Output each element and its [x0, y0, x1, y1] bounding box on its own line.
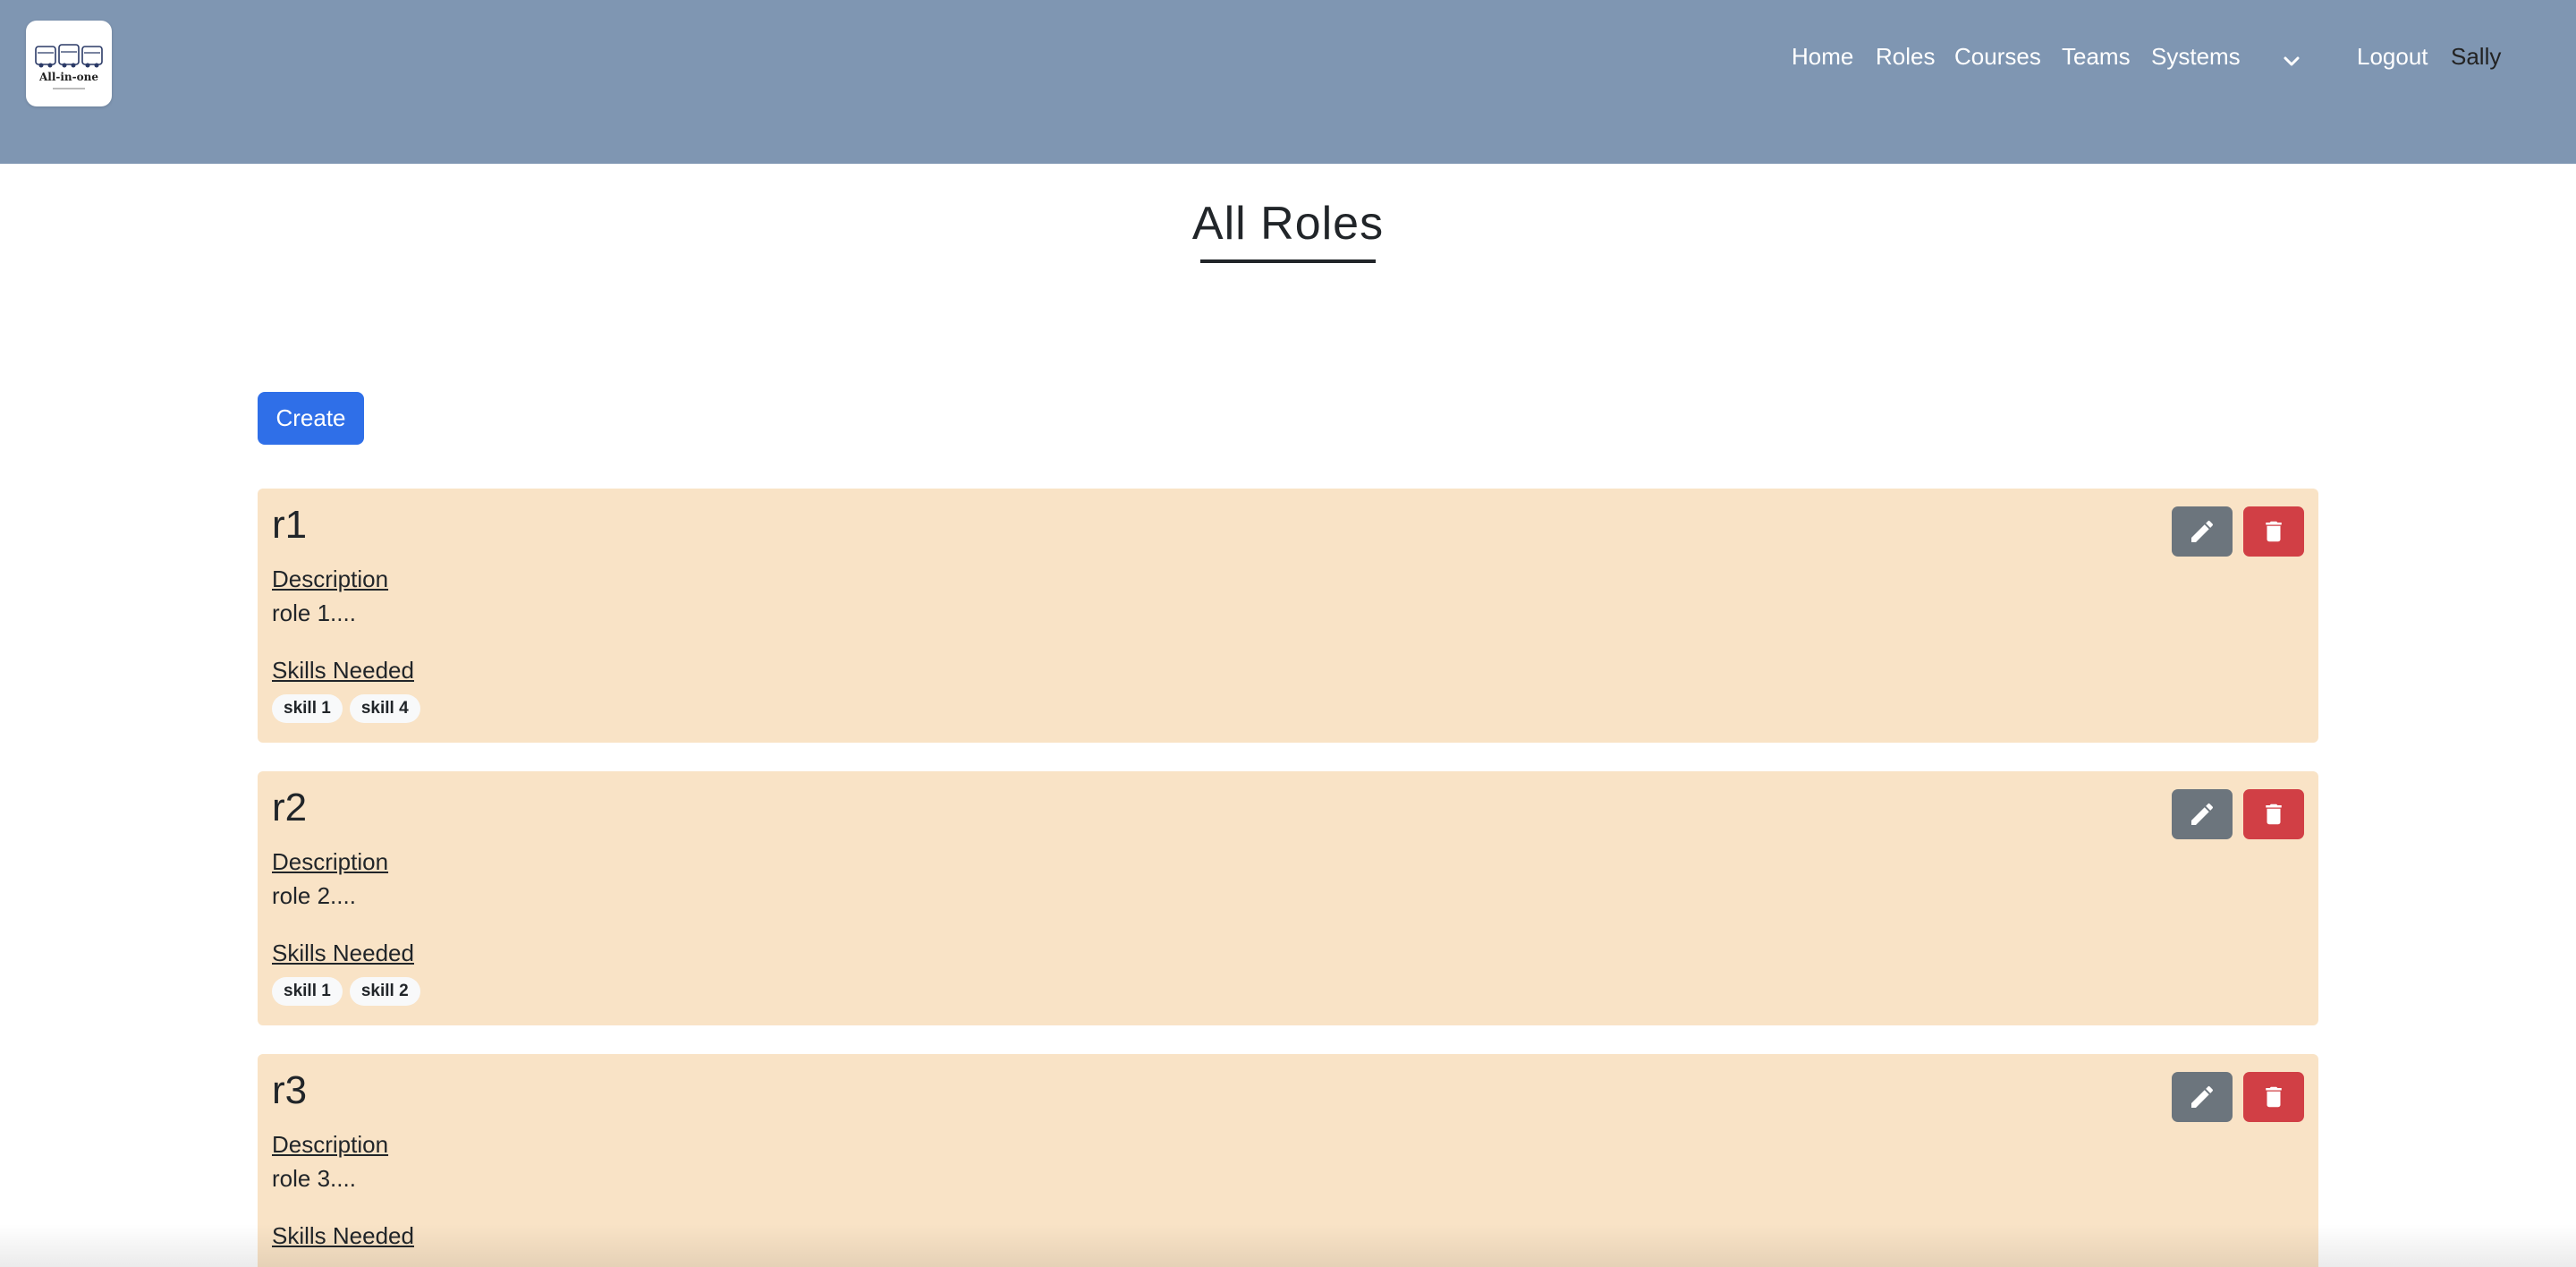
trash-icon	[2266, 804, 2282, 825]
role-card: r2 Description role 2.... Skills Needed …	[258, 771, 2318, 1025]
nav-link-roles[interactable]: Roles	[1876, 43, 1935, 71]
description-label: Description	[272, 848, 389, 875]
role-card: r3 Description role 3.... Skills Needed	[258, 1054, 2318, 1267]
skills-list: skill 1 skill 4	[272, 694, 420, 723]
delete-button[interactable]	[2243, 506, 2304, 557]
page-title: All Roles	[1191, 198, 1385, 250]
role-name: r1	[272, 503, 308, 547]
delete-button[interactable]	[2243, 789, 2304, 839]
role-card: r1 Description role 1.... Skills Needed …	[258, 489, 2318, 743]
role-description: role 1....	[272, 599, 356, 626]
skill-badge: skill 1	[272, 977, 343, 1006]
navbar: All-in-one Home Roles Courses Teams Syst…	[0, 0, 2576, 164]
trash-icon	[2266, 1086, 2282, 1108]
skills-needed-label: Skills Needed	[272, 1222, 414, 1249]
description-label: Description	[272, 1131, 389, 1158]
logout-link[interactable]: Logout	[2357, 43, 2428, 71]
role-description: role 3....	[272, 1165, 356, 1192]
role-name: r3	[272, 1068, 308, 1112]
nav-link-teams[interactable]: Teams	[2062, 43, 2131, 71]
trash-icon	[2266, 521, 2282, 542]
delete-button[interactable]	[2243, 1072, 2304, 1122]
user-name: Sally	[2451, 43, 2502, 70]
edit-button[interactable]	[2172, 506, 2233, 557]
pencil-icon	[2191, 1085, 2214, 1108]
skills-needed-label: Skills Needed	[272, 940, 414, 966]
chevron-down-icon[interactable]	[2279, 50, 2304, 72]
edit-button[interactable]	[2172, 789, 2233, 839]
brand-logo-text: All-in-one	[38, 71, 99, 83]
skill-badge: skill 4	[349, 694, 420, 723]
create-button[interactable]: Create	[258, 392, 364, 445]
brand-logo-tagline	[53, 88, 85, 89]
pencil-icon	[2191, 803, 2214, 825]
description-label: Description	[272, 565, 389, 592]
nav-link-courses[interactable]: Courses	[1954, 43, 2041, 71]
skills-list: skill 1 skill 2	[272, 977, 420, 1006]
edit-button[interactable]	[2172, 1072, 2233, 1122]
pencil-icon	[2191, 520, 2214, 542]
brand-logo[interactable]: All-in-one	[26, 21, 112, 106]
nav-link-home[interactable]: Home	[1792, 43, 1853, 71]
skill-badge: skill 1	[272, 694, 343, 723]
title-underline	[1200, 259, 1376, 263]
role-description: role 2....	[272, 882, 356, 909]
skill-badge: skill 2	[349, 977, 420, 1006]
bus-logo-icon	[35, 44, 103, 68]
nav-link-systems[interactable]: Systems	[2151, 43, 2241, 71]
role-name: r2	[272, 786, 308, 829]
skills-needed-label: Skills Needed	[272, 657, 414, 684]
